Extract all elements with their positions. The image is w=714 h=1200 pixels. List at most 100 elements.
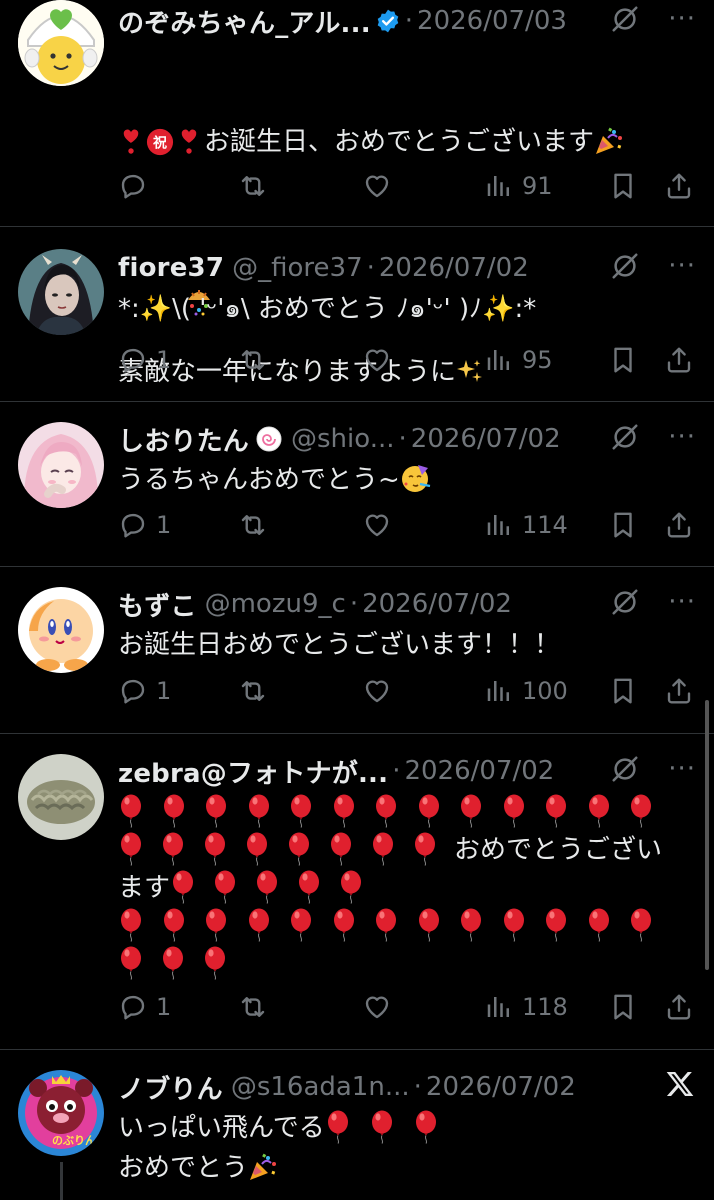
balloon-emoji	[244, 832, 270, 866]
display-name[interactable]: fiore37	[118, 253, 224, 283]
tweet-3[interactable]: しおりたん @shio... · 2026/07/02 ··· うるちゃんおめで…	[0, 402, 714, 567]
tweet-text: *:✨\( 'ᵕ'๑\ おめでとう ﾉ๑'ᵕ' )ﾉ✨:*	[118, 294, 537, 324]
views-button[interactable]: 95	[484, 345, 553, 375]
more-icon[interactable]: ···	[668, 6, 696, 32]
reply-icon	[118, 992, 148, 1022]
user-handle[interactable]: @mozu9_c	[205, 589, 346, 619]
display-name[interactable]: しおりたん	[118, 421, 249, 458]
display-name[interactable]: zebra@フォトナが...	[118, 753, 388, 790]
user-handle[interactable]: @s16ada1n...	[231, 1072, 410, 1102]
balloon-emoji	[543, 908, 569, 942]
tweet-date[interactable]: 2026/07/03	[417, 6, 567, 36]
tweet-6[interactable]: のぶりん ノブりん @s16ada1n... · 2026/07/02 いっぱい…	[0, 1050, 714, 1200]
more-icon[interactable]: ···	[668, 253, 696, 279]
balloon-emoji	[160, 946, 186, 980]
balloon-emoji	[331, 794, 357, 828]
grok-icon[interactable]	[610, 587, 640, 617]
reply-button[interactable]: 1	[118, 992, 171, 1022]
share-button[interactable]	[664, 345, 694, 375]
tweet-date[interactable]: 2026/07/02	[379, 253, 529, 283]
tweet-5[interactable]: zebra@フォトナが... · 2026/07/02 ··· おめでとうござい…	[0, 734, 714, 1050]
views-button[interactable]: 118	[484, 992, 568, 1022]
avatar[interactable]	[18, 0, 104, 86]
tweet-text-line: いっぱい飛んでる	[118, 1113, 325, 1143]
balloon-emoji	[458, 794, 484, 828]
reply-button[interactable]: 1	[118, 510, 171, 540]
grok-icon[interactable]	[610, 754, 640, 784]
like-button[interactable]	[362, 345, 392, 375]
tweet-date[interactable]: 2026/07/02	[426, 1072, 576, 1102]
display-name[interactable]: のぞみちゃん_アル...	[118, 3, 371, 40]
like-button[interactable]	[362, 992, 392, 1022]
share-button[interactable]	[664, 510, 694, 540]
bookmark-button[interactable]	[608, 510, 638, 540]
tweet-actions: 1 114	[118, 505, 696, 545]
balloon-emoji	[202, 946, 228, 980]
more-icon[interactable]: ···	[668, 424, 696, 450]
repost-button[interactable]	[238, 345, 268, 375]
display-name[interactable]: ノブりん	[118, 1069, 223, 1106]
repost-button[interactable]	[238, 171, 268, 201]
balloon-emoji	[501, 908, 527, 942]
avatar[interactable]	[18, 754, 104, 840]
avatar-image	[18, 754, 104, 840]
balloon-emoji	[338, 870, 364, 904]
bookmark-button[interactable]	[608, 171, 638, 201]
avatar[interactable]	[18, 587, 104, 673]
grok-icon[interactable]	[610, 422, 640, 452]
user-handle[interactable]: @shio...	[291, 424, 395, 454]
repost-button[interactable]	[238, 676, 268, 706]
tweet-date[interactable]: 2026/07/02	[404, 756, 554, 786]
like-icon	[362, 345, 392, 375]
reply-button[interactable]: 1	[118, 345, 171, 375]
balloon-emoji	[118, 832, 144, 866]
like-button[interactable]	[362, 171, 392, 201]
share-button[interactable]	[664, 171, 694, 201]
repost-icon	[238, 171, 268, 201]
avatar[interactable]: のぶりん	[18, 1070, 104, 1156]
balloon-emoji	[325, 1110, 351, 1144]
reply-icon	[118, 171, 148, 201]
more-icon[interactable]: ···	[668, 756, 696, 782]
bookmark-button[interactable]	[608, 992, 638, 1022]
balloon-emoji	[118, 794, 144, 828]
tweet-actions: 1 95	[118, 340, 696, 380]
balloon-emoji	[170, 870, 196, 904]
balloon-emoji	[118, 946, 144, 980]
views-button[interactable]: 91	[484, 171, 553, 201]
share-button[interactable]	[664, 676, 694, 706]
avatar[interactable]	[18, 249, 104, 335]
repost-button[interactable]	[238, 992, 268, 1022]
grok-icon[interactable]	[610, 251, 640, 281]
tweet-date[interactable]: 2026/07/02	[411, 424, 561, 454]
like-button[interactable]	[362, 676, 392, 706]
reply-button[interactable]	[118, 171, 156, 201]
avatar[interactable]	[18, 422, 104, 508]
tweet-1[interactable]: のぞみちゃん_アル... · 2026/07/03 ··· お誕生日、おめでとう…	[0, 0, 714, 387]
share-icon	[664, 992, 694, 1022]
view-count: 114	[522, 511, 568, 539]
separator-dot: ·	[404, 6, 414, 36]
bookmark-icon	[608, 345, 638, 375]
avatar-image	[18, 0, 104, 86]
tweet-2[interactable]: fiore37 @_fiore37 · 2026/07/02 ··· *:✨\(…	[0, 227, 714, 402]
reply-button[interactable]: 1	[118, 676, 171, 706]
tweet-4[interactable]: もずこ @mozu9_c · 2026/07/02 ··· お誕生日おめでとうご…	[0, 567, 714, 734]
bookmark-button[interactable]	[608, 676, 638, 706]
share-icon	[664, 345, 694, 375]
tweet-date[interactable]: 2026/07/02	[362, 589, 512, 619]
repost-button[interactable]	[238, 510, 268, 540]
x-logo-icon[interactable]	[664, 1068, 696, 1100]
share-button[interactable]	[664, 992, 694, 1022]
scrollbar[interactable]	[705, 700, 709, 970]
user-handle[interactable]: @_fiore37	[232, 253, 362, 283]
grok-icon[interactable]	[610, 4, 640, 34]
balloon-emoji	[328, 832, 354, 866]
display-name[interactable]: もずこ	[118, 586, 197, 623]
more-icon[interactable]: ···	[668, 589, 696, 615]
views-button[interactable]: 114	[484, 510, 568, 540]
repost-icon	[238, 345, 268, 375]
like-button[interactable]	[362, 510, 392, 540]
views-button[interactable]: 100	[484, 676, 568, 706]
bookmark-button[interactable]	[608, 345, 638, 375]
